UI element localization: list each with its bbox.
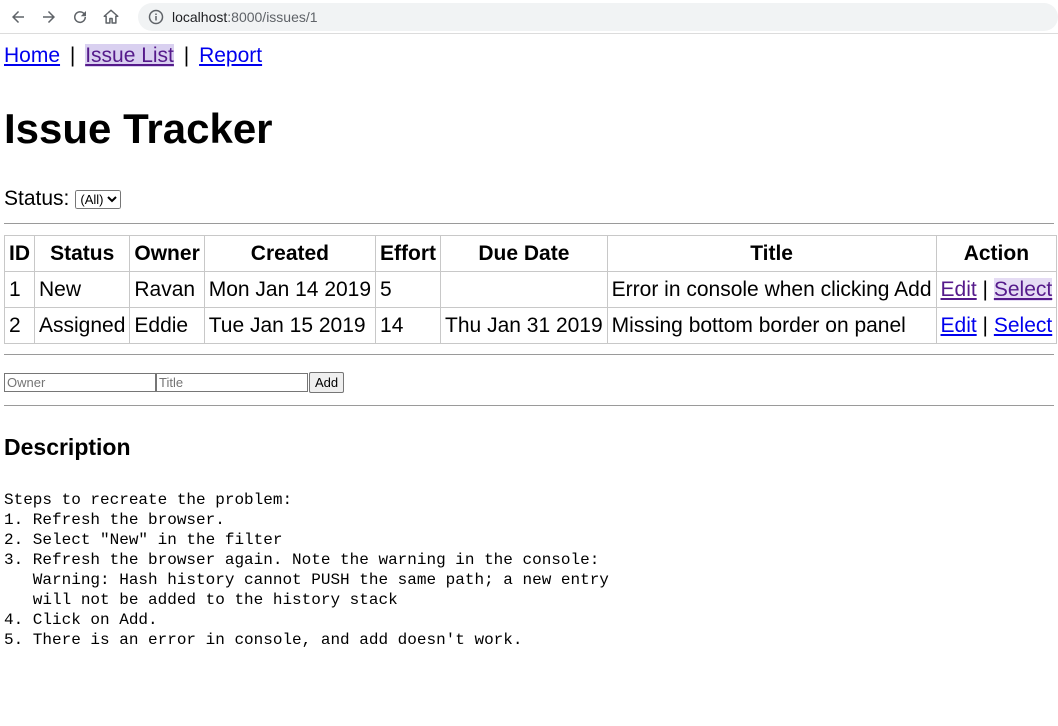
divider [4,223,1054,224]
table-row: 1 New Ravan Mon Jan 14 2019 5 Error in c… [4,271,1058,308]
cell-created: Tue Jan 15 2019 [203,307,377,344]
column-header-action: Action [935,235,1058,272]
select-link[interactable]: Select [994,314,1052,337]
status-filter: Status: (All) [4,187,1054,211]
action-separator: | [982,313,989,337]
divider [4,354,1054,355]
home-icon[interactable] [101,7,120,27]
description-text: Steps to recreate the problem: 1. Refres… [4,491,609,649]
cell-effort: 14 [375,307,442,344]
page-title: Issue Tracker [4,105,273,152]
url-host: localhost [172,8,228,25]
title-input[interactable] [156,373,308,392]
cell-status: Assigned [33,307,131,344]
edit-link[interactable]: Edit [941,314,977,337]
divider [4,405,1054,406]
back-arrow-icon[interactable] [8,7,27,27]
action-separator: | [982,277,989,301]
cell-action: Edit | Select [935,307,1058,344]
nav-home-link[interactable]: Home [4,44,60,67]
cell-action: Edit | Select [935,271,1058,308]
owner-input[interactable] [4,373,156,392]
status-filter-select[interactable]: (All) [75,189,122,209]
cell-due-date [440,271,608,308]
column-header-status: Status [33,235,131,272]
column-header-effort: Effort [375,235,442,272]
cell-created: Mon Jan 14 2019 [203,271,377,308]
nav-separator: | [69,44,76,67]
top-navigation: Home | Issue List | Report [4,43,1054,69]
nav-separator: | [183,44,190,67]
issue-table: ID Status Owner Created Effort Due Date … [4,235,1058,344]
table-row: 2 Assigned Eddie Tue Jan 15 2019 14 Thu … [4,307,1058,344]
cell-title: Error in console when clicking Add [606,271,937,308]
forward-arrow-icon[interactable] [39,7,58,27]
info-icon[interactable] [148,9,164,25]
add-button[interactable]: Add [309,372,345,393]
cell-due-date: Thu Jan 31 2019 [440,307,608,344]
column-header-created: Created [203,235,377,272]
address-bar[interactable]: localhost:8000/issues/1 [138,2,1058,31]
reload-icon[interactable] [70,7,89,27]
page-content: Home | Issue List | Report Issue Tracker… [0,43,1058,650]
cell-owner: Ravan [129,271,205,308]
cell-title: Missing bottom border on panel [606,307,937,344]
column-header-id: ID [4,235,35,272]
cell-id: 2 [4,307,35,344]
column-header-title: Title [606,235,937,272]
select-link[interactable]: Select [993,277,1053,301]
url-path: :8000/issues/1 [227,8,318,25]
cell-owner: Eddie [129,307,205,344]
nav-issue-list-link[interactable]: Issue List [85,44,174,67]
status-filter-label: Status: [4,187,70,210]
table-header-row: ID Status Owner Created Effort Due Date … [4,235,1058,272]
add-issue-form: Add [4,372,1054,393]
column-header-due-date: Due Date [440,235,608,272]
cell-effort: 5 [375,271,442,308]
nav-report-link[interactable]: Report [199,44,262,67]
description-heading: Description [4,434,131,460]
browser-toolbar: localhost:8000/issues/1 [0,0,1058,34]
cell-status: New [33,271,131,308]
edit-link[interactable]: Edit [941,278,977,301]
cell-id: 1 [4,271,35,308]
column-header-owner: Owner [129,235,205,272]
